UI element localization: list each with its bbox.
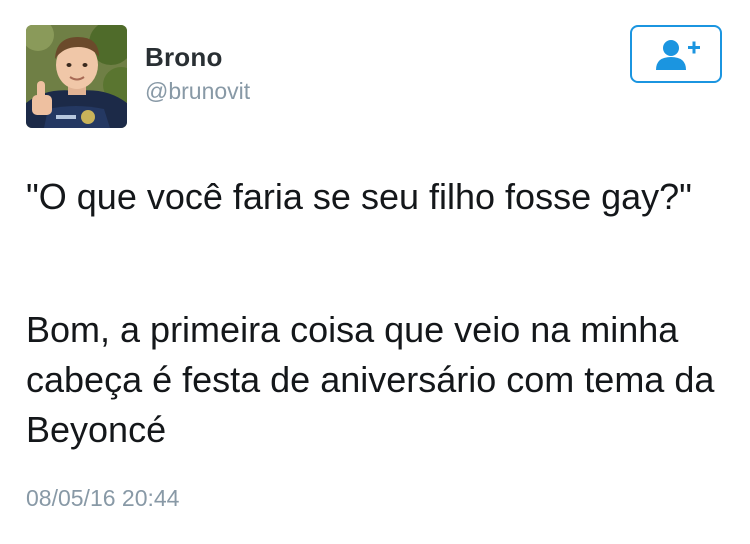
tweet-paragraph-quote: "O que você faria se seu filho fosse gay…: [26, 176, 692, 217]
tweet-card: Brono @brunovit "O que você faria se seu…: [0, 0, 750, 544]
author-name[interactable]: Brono: [145, 42, 223, 73]
author-handle[interactable]: @brunovit: [145, 78, 250, 105]
tweet-timestamp[interactable]: 08/05/16 20:44: [26, 485, 179, 512]
follow-button[interactable]: [630, 25, 722, 83]
avatar[interactable]: [26, 25, 127, 128]
tweet-paragraph-reply: Bom, a primeira coisa que veio na minha …: [26, 309, 715, 450]
avatar-photo: [26, 25, 127, 128]
add-user-icon: [656, 40, 700, 70]
